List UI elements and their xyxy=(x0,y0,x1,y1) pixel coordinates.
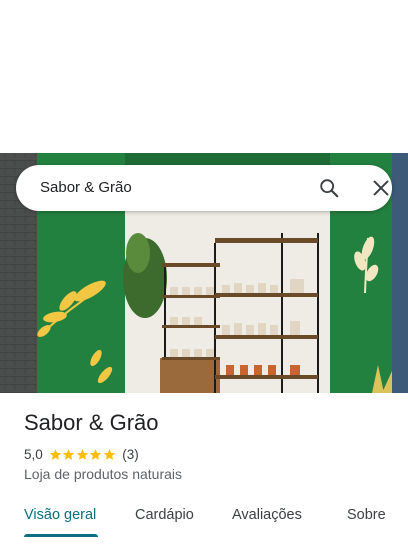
rating-row[interactable]: 5,0 (3) xyxy=(24,445,139,463)
tab-menu[interactable]: Cardápio xyxy=(135,507,194,523)
tab-about[interactable]: Sobre xyxy=(347,507,386,523)
place-title: Sabor & Grão xyxy=(24,410,159,435)
tab-reviews[interactable]: Avaliações xyxy=(232,507,302,523)
search-icon[interactable] xyxy=(318,177,340,199)
rating-stars xyxy=(49,448,117,461)
star-icon xyxy=(63,448,75,460)
place-category: Loja de produtos naturais xyxy=(24,466,182,482)
star-icon xyxy=(90,448,102,460)
review-count[interactable]: (3) xyxy=(122,447,139,462)
search-bar[interactable]: Sabor & Grão xyxy=(16,165,392,211)
star-icon xyxy=(76,448,88,460)
search-input[interactable]: Sabor & Grão xyxy=(40,179,132,196)
close-icon[interactable] xyxy=(370,177,392,199)
place-tabs: Visão geral Cardápio Avaliações Sobre xyxy=(0,500,408,540)
tab-overview[interactable]: Visão geral xyxy=(24,507,96,523)
active-tab-indicator xyxy=(24,534,98,537)
rating-value: 5,0 xyxy=(24,446,43,462)
star-icon xyxy=(103,448,115,460)
star-icon xyxy=(49,448,61,460)
